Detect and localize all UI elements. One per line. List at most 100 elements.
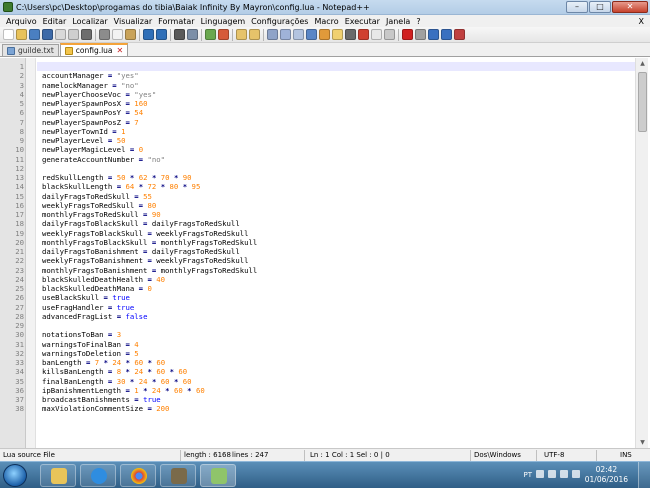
code-line[interactable]: 2 accountManager = "yes" <box>0 71 635 80</box>
code-line[interactable]: 10 newPlayerMagicLevel = 0 <box>0 145 635 154</box>
code-line[interactable]: 26 useBlackSkull = true <box>0 293 635 302</box>
sync-vertical-icon[interactable] <box>236 29 247 40</box>
code-line[interactable]: 11 generateAccountNumber = "no" <box>0 155 635 164</box>
code-text[interactable]: generateAccountNumber = "no" <box>42 155 165 164</box>
scroll-up-icon[interactable]: ▲ <box>636 58 649 69</box>
code-line[interactable]: 1 <box>0 62 635 71</box>
monitoring-icon[interactable] <box>358 29 369 40</box>
code-line[interactable]: 14 blackSkullLength = 64 * 72 * 80 * 95 <box>0 182 635 191</box>
code-text[interactable]: ipBanishmentLength = 1 * 24 * 60 * 60 <box>42 386 205 395</box>
code-text[interactable]: advancedFragList = false <box>42 312 147 321</box>
code-text[interactable]: newPlayerSpawnPosY = 54 <box>42 108 143 117</box>
code-line[interactable]: 28 advancedFragList = false <box>0 312 635 321</box>
close-file-icon[interactable] <box>55 29 66 40</box>
code-line[interactable]: 31 warningsToFinalBan = 4 <box>0 340 635 349</box>
scrollbar-thumb[interactable] <box>638 72 647 132</box>
code-text[interactable]: blackSkulledDeathMana = 0 <box>42 284 152 293</box>
code-line[interactable]: 35 finalBanLength = 30 * 24 * 60 * 60 <box>0 377 635 386</box>
redo-icon[interactable] <box>156 29 167 40</box>
menu-arquivo[interactable]: Arquivo <box>3 17 40 26</box>
code-text[interactable]: notationsToBan = 3 <box>42 330 121 339</box>
menu-formatar[interactable]: Formatar <box>155 17 197 26</box>
code-line[interactable]: 6 newPlayerSpawnPosY = 54 <box>0 108 635 117</box>
taskbar-internet-explorer[interactable] <box>80 464 116 487</box>
maximize-button[interactable]: □ <box>589 0 611 13</box>
code-line[interactable]: 7 newPlayerSpawnPosZ = 7 <box>0 118 635 127</box>
code-text[interactable]: newPlayerMagicLevel = 0 <box>42 145 143 154</box>
find-icon[interactable] <box>174 29 185 40</box>
menu-janela[interactable]: Janela <box>383 17 413 26</box>
close-button[interactable]: ✕ <box>612 0 648 13</box>
document-icon[interactable] <box>371 29 382 40</box>
code-text[interactable]: weeklyFragsToBanishment = weeklyFragsToR… <box>42 256 249 265</box>
code-line[interactable]: 15 dailyFragsToRedSkull = 55 <box>0 192 635 201</box>
code-line[interactable]: 5 newPlayerSpawnPosX = 160 <box>0 99 635 108</box>
menu-configuracoes[interactable]: Configurações <box>248 17 311 26</box>
zoom-in-icon[interactable] <box>205 29 216 40</box>
replace-icon[interactable] <box>187 29 198 40</box>
menu-linguagem[interactable]: Linguagem <box>198 17 249 26</box>
code-text[interactable]: dailyFragsToRedSkull = 55 <box>42 192 152 201</box>
function-list-icon[interactable] <box>332 29 343 40</box>
code-lines[interactable]: 1 2 accountManager = "yes" 3 namelockManager… <box>0 62 635 414</box>
record-macro-icon[interactable] <box>402 29 413 40</box>
zoom-out-icon[interactable] <box>218 29 229 40</box>
code-line[interactable]: 25 blackSkulledDeathMana = 0 <box>0 284 635 293</box>
code-line[interactable]: 23 monthlyFragsToBanishment = monthlyFrag… <box>0 266 635 275</box>
code-text[interactable]: redSkullLength = 50 * 62 * 70 * 90 <box>42 173 192 182</box>
code-text[interactable]: newPlayerLevel = 50 <box>42 136 126 145</box>
taskbar-chrome[interactable] <box>120 464 156 487</box>
close-document-button[interactable]: X <box>639 17 644 26</box>
code-text[interactable]: killsBanLength = 8 * 24 * 60 * 60 <box>42 367 187 376</box>
undo-icon[interactable] <box>143 29 154 40</box>
code-text[interactable]: finalBanLength = 30 * 24 * 60 * 60 <box>42 377 192 386</box>
save-macro-icon[interactable] <box>454 29 465 40</box>
taskbar-explorer[interactable] <box>40 464 76 487</box>
code-text[interactable]: dailyFragsToBlackSkull = dailyFragsToRed… <box>42 219 240 228</box>
code-text[interactable]: newPlayerChooseVoc = "yes" <box>42 90 156 99</box>
menu-visualizar[interactable]: Visualizar <box>111 17 156 26</box>
user-language-icon[interactable] <box>306 29 317 40</box>
code-text[interactable]: warningsToFinalBan = 4 <box>42 340 139 349</box>
clock[interactable]: 02:42 01/06/2016 <box>585 465 628 485</box>
show-desktop-button[interactable] <box>638 462 650 488</box>
code-line[interactable]: 29 <box>0 321 635 330</box>
flag-icon[interactable] <box>548 470 556 478</box>
folder-workspace-icon[interactable] <box>345 29 356 40</box>
code-line[interactable]: 33 banLength = 7 * 24 * 60 * 60 <box>0 358 635 367</box>
save-all-icon[interactable] <box>42 29 53 40</box>
volume-icon[interactable] <box>572 470 580 478</box>
code-line[interactable]: 19 weeklyFragsToBlackSkull = weeklyFragsT… <box>0 229 635 238</box>
menu-executar[interactable]: Executar <box>342 17 383 26</box>
tab-config-lua[interactable]: config.lua ✕ <box>59 43 129 56</box>
code-text[interactable]: weeklyFragsToBlackSkull = weeklyFragsToR… <box>42 229 249 238</box>
code-line[interactable]: 13 redSkullLength = 50 * 62 * 70 * 90 <box>0 173 635 182</box>
code-line[interactable]: 38 maxViolationCommentSize = 200 <box>0 404 635 413</box>
code-line[interactable]: 17 monthlyFragsToRedSkull = 90 <box>0 210 635 219</box>
network-icon[interactable] <box>560 470 568 478</box>
play-macro-icon[interactable] <box>428 29 439 40</box>
indent-guide-icon[interactable] <box>293 29 304 40</box>
language-indicator[interactable]: PT <box>524 471 533 479</box>
code-text[interactable]: maxViolationCommentSize = 200 <box>42 404 169 413</box>
code-line[interactable]: 37 broadcastBanishments = true <box>0 395 635 404</box>
start-button[interactable] <box>3 464 27 487</box>
menu-editar[interactable]: Editar <box>40 17 70 26</box>
stop-macro-icon[interactable] <box>415 29 426 40</box>
paste-icon[interactable] <box>125 29 136 40</box>
code-line[interactable]: 12 <box>0 164 635 173</box>
open-file-icon[interactable] <box>16 29 27 40</box>
code-line[interactable]: 30 notationsToBan = 3 <box>0 330 635 339</box>
code-text[interactable]: newPlayerSpawnPosX = 160 <box>42 99 147 108</box>
copy-icon[interactable] <box>112 29 123 40</box>
code-text[interactable]: broadcastBanishments = true <box>42 395 161 404</box>
close-tab-icon[interactable]: ✕ <box>117 46 124 55</box>
code-line[interactable]: 32 warningsToDeletion = 5 <box>0 349 635 358</box>
code-line[interactable]: 4 newPlayerChooseVoc = "yes" <box>0 90 635 99</box>
taskbar-app[interactable] <box>160 464 196 487</box>
code-line[interactable]: 9 newPlayerLevel = 50 <box>0 136 635 145</box>
new-file-icon[interactable] <box>3 29 14 40</box>
editor[interactable]: 1 2 accountManager = "yes" 3 namelockManager… <box>0 58 650 448</box>
taskbar-notepadpp[interactable] <box>200 464 236 487</box>
menu-macro[interactable]: Macro <box>311 17 341 26</box>
